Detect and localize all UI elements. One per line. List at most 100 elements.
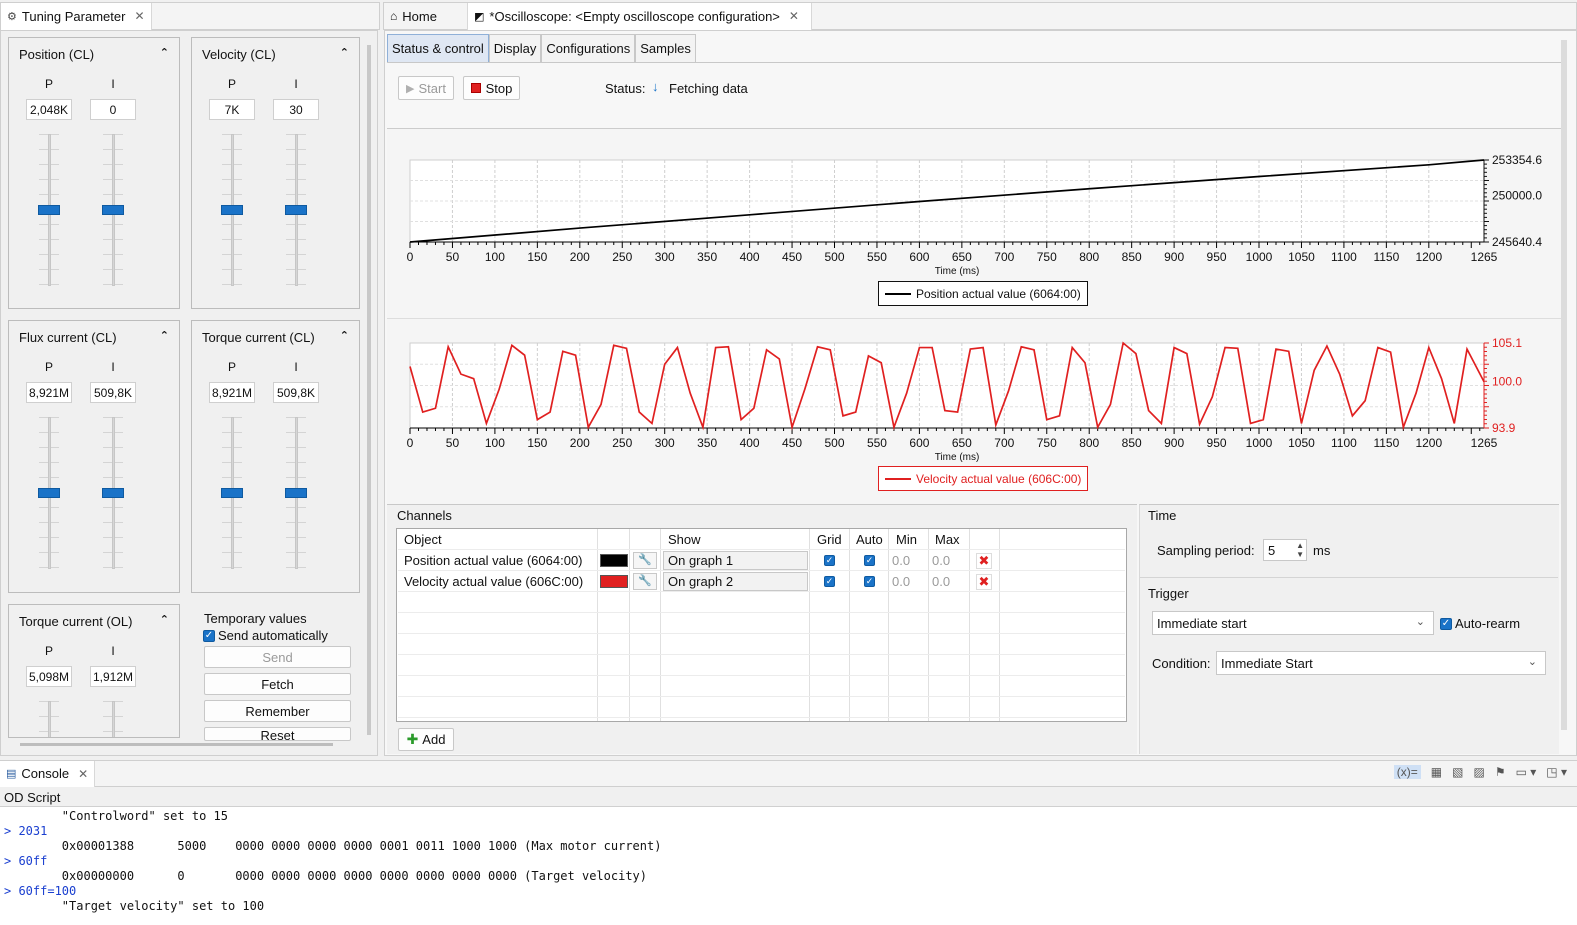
wrench-icon[interactable]: 🔧: [633, 573, 657, 590]
right-scrollbar[interactable]: [1561, 40, 1567, 730]
tab-home[interactable]: ⌂ Home: [384, 2, 468, 30]
p-value-field[interactable]: 8,921M: [209, 382, 255, 403]
auto-rearm-checkbox[interactable]: ✓ Auto-rearm: [1440, 616, 1520, 631]
chart-legend: Position actual value (6064:00): [878, 281, 1088, 306]
i-value-field[interactable]: 0: [90, 99, 136, 120]
subtab-status-control[interactable]: Status & control: [387, 34, 489, 62]
table-row[interactable]: Position actual value (6064:00) 🔧 On graph…: [398, 550, 1125, 571]
close-icon[interactable]: ✕: [78, 767, 88, 781]
start-button[interactable]: ▶ Start: [398, 76, 454, 100]
x-tick-label: 450: [782, 250, 802, 264]
p-slider-thumb[interactable]: [221, 488, 243, 498]
i-value-field[interactable]: 1,912M: [90, 666, 136, 687]
i-slider-track[interactable]: [112, 701, 115, 737]
tab-tuning-parameter[interactable]: ⚙ Tuning Parameter ✕: [1, 2, 152, 30]
grid-checkbox[interactable]: ✓: [824, 555, 835, 566]
panel-flux-current-cl: Flux current (CL) ⌃ P I 8,921M 509,8K: [8, 320, 180, 593]
max-value[interactable]: 0.0: [932, 550, 950, 571]
collapse-icon[interactable]: ⌃: [160, 46, 169, 59]
prompt-marker: >: [4, 854, 19, 868]
show-on-graph-select[interactable]: On graph 2: [663, 572, 808, 591]
auto-checkbox[interactable]: ✓: [864, 555, 875, 566]
table-row[interactable]: Velocity actual value (606C:00) 🔧 On graph…: [398, 571, 1125, 592]
word-wrap-icon[interactable]: ▨: [1473, 765, 1484, 779]
checkbox-checked-icon: ✓: [1440, 617, 1452, 630]
wrench-icon[interactable]: 🔧: [633, 552, 657, 569]
stop-label: Stop: [485, 80, 513, 96]
reset-button[interactable]: Reset: [204, 727, 351, 741]
show-on-graph-select[interactable]: On graph 1: [663, 551, 808, 570]
new-console-icon[interactable]: ◳ ▾: [1546, 765, 1567, 779]
x-tick-label: 600: [909, 436, 929, 450]
p-value-field[interactable]: 5,098M: [26, 666, 72, 687]
console-output[interactable]: "Controlword" set to 15 > 2031 0x00001388…: [0, 806, 1577, 925]
fetch-button[interactable]: Fetch: [204, 673, 351, 695]
vertical-scrollbar[interactable]: [367, 45, 371, 735]
p-value-field[interactable]: 2,048K: [26, 99, 72, 120]
channel-color-swatch[interactable]: [600, 575, 628, 588]
min-value[interactable]: 0.0: [892, 571, 910, 592]
channel-color-swatch[interactable]: [600, 554, 628, 567]
max-value[interactable]: 0.0: [932, 571, 950, 592]
checkbox-checked-icon: ✓: [203, 629, 215, 642]
tab-console[interactable]: ▤ Console ✕: [0, 760, 96, 787]
trigger-mode-value: Immediate start: [1157, 615, 1247, 631]
remember-button[interactable]: Remember: [204, 700, 351, 722]
auto-checkbox[interactable]: ✓: [864, 576, 875, 587]
editor-tab-header: ⌂ Home ◩ *Oscilloscope: <Empty oscillosc…: [383, 2, 1577, 30]
send-automatically-label: Send automatically: [218, 628, 328, 643]
grid-checkbox[interactable]: ✓: [824, 576, 835, 587]
scroll-lock-icon[interactable]: ▧: [1452, 765, 1463, 779]
y-tick-label: 250000.0: [1492, 189, 1542, 203]
remove-channel-icon[interactable]: ✖: [976, 573, 992, 590]
trigger-mode-select[interactable]: Immediate start ⌄: [1152, 611, 1434, 635]
tab-oscilloscope[interactable]: ◩ *Oscilloscope: <Empty oscilloscope con…: [468, 2, 812, 30]
stop-icon: [470, 83, 481, 93]
stop-button[interactable]: Stop: [463, 76, 520, 100]
clear-console-icon[interactable]: ▦: [1431, 765, 1442, 779]
i-value-field[interactable]: 509,8K: [90, 382, 136, 403]
subtab-configurations[interactable]: Configurations: [541, 34, 636, 62]
collapse-icon[interactable]: ⌃: [160, 329, 169, 342]
temporary-values-title: Temporary values: [204, 611, 307, 626]
p-slider-thumb[interactable]: [38, 488, 60, 498]
close-icon[interactable]: ✕: [134, 9, 144, 23]
pin-console-icon[interactable]: ⚑: [1495, 765, 1506, 779]
display-console-icon[interactable]: ▭ ▾: [1516, 765, 1537, 779]
collapse-icon[interactable]: ⌃: [160, 613, 169, 626]
x-tick-label: 200: [570, 250, 590, 264]
p-slider-thumb[interactable]: [221, 205, 243, 215]
spinner-arrows-icon[interactable]: ▲ ▼: [1296, 541, 1304, 559]
variable-icon[interactable]: (x)=: [1393, 765, 1421, 779]
download-arrow-icon: ↓: [652, 79, 659, 94]
home-icon: ⌂: [390, 9, 398, 23]
p-value-field[interactable]: 8,921M: [26, 382, 72, 403]
i-slider-thumb[interactable]: [102, 488, 124, 498]
horizontal-scrollbar[interactable]: [20, 743, 333, 746]
remove-channel-icon[interactable]: ✖: [976, 552, 992, 569]
collapse-icon[interactable]: ⌃: [340, 329, 349, 342]
sampling-period-spinner[interactable]: 5 ▲ ▼: [1263, 539, 1307, 561]
x-tick-label: 1000: [1246, 250, 1273, 264]
p-value-field[interactable]: 7K: [209, 99, 255, 120]
p-slider-track[interactable]: [48, 701, 51, 737]
min-value[interactable]: 0.0: [892, 550, 910, 571]
subtab-samples[interactable]: Samples: [635, 34, 696, 62]
send-button[interactable]: Send: [204, 646, 351, 668]
subtab-display[interactable]: Display: [488, 34, 542, 62]
close-icon[interactable]: ✕: [789, 9, 799, 23]
send-automatically-checkbox[interactable]: ✓ Send automatically: [203, 628, 328, 643]
i-value-field[interactable]: 509,8K: [273, 382, 319, 403]
p-slider-thumb[interactable]: [38, 205, 60, 215]
i-slider-thumb[interactable]: [285, 205, 307, 215]
i-value-field[interactable]: 30: [273, 99, 319, 120]
tab-oscilloscope-label: *Oscilloscope: <Empty oscilloscope confi…: [489, 8, 780, 24]
x-tick-label: 950: [1207, 250, 1227, 264]
condition-select[interactable]: Immediate Start ⌄: [1216, 651, 1546, 675]
add-channel-button[interactable]: ✚ Add: [398, 728, 454, 751]
x-tick-label: 750: [1037, 250, 1057, 264]
collapse-icon[interactable]: ⌃: [340, 46, 349, 59]
x-tick-label: 300: [655, 250, 675, 264]
i-slider-thumb[interactable]: [102, 205, 124, 215]
i-slider-thumb[interactable]: [285, 488, 307, 498]
